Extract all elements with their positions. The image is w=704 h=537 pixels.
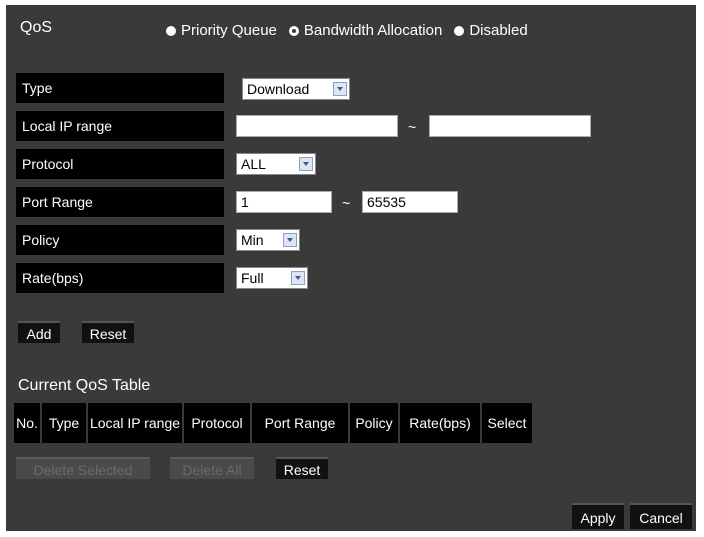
rate-label: Rate(bps) (16, 263, 224, 293)
rate-select[interactable]: Full (236, 267, 308, 289)
radio-icon[interactable] (166, 25, 176, 36)
port-end-input[interactable]: 65535 (362, 191, 458, 213)
port-start-input[interactable]: 1 (236, 191, 332, 213)
chevron-down-icon[interactable] (299, 157, 313, 171)
type-select[interactable]: Download (242, 78, 350, 100)
radio-icon[interactable] (454, 25, 465, 36)
local-ip-end-input[interactable] (429, 115, 591, 137)
column-header: Type (42, 403, 86, 443)
protocol-select-value: ALL (241, 156, 266, 172)
page-title: QoS (20, 19, 53, 36)
mode-disabled[interactable]: Disabled (454, 22, 528, 39)
protocol-label: Protocol (16, 149, 224, 179)
delete-selected-button[interactable]: Delete Selected (16, 457, 150, 479)
local-ip-range-label: Local IP range (16, 111, 224, 141)
mode-label: Bandwidth Allocation (303, 22, 443, 39)
column-header: No. (14, 403, 40, 443)
column-header: Port Range (252, 403, 348, 443)
chevron-down-icon[interactable] (283, 233, 297, 247)
apply-button[interactable]: Apply (572, 503, 624, 529)
cancel-button[interactable]: Cancel (630, 503, 692, 529)
mode-label: Priority Queue (181, 22, 277, 39)
reset-table-button[interactable]: Reset (276, 457, 328, 479)
qos-mode-group: Priority Queue Bandwidth Allocation Disa… (166, 22, 540, 39)
qos-table-header: No. Type Local IP range Protocol Port Ra… (14, 403, 534, 443)
protocol-select[interactable]: ALL (236, 153, 316, 175)
column-header: Protocol (184, 403, 250, 443)
port-range-label: Port Range (16, 187, 224, 217)
qos-table-title: Current QoS Table (18, 377, 151, 394)
reset-form-button[interactable]: Reset (82, 321, 134, 343)
column-header: Rate(bps) (400, 403, 480, 443)
add-button[interactable]: Add (18, 321, 60, 343)
type-label: Type (16, 73, 224, 103)
column-header: Select (482, 403, 532, 443)
rate-select-value: Full (241, 270, 264, 286)
type-select-value: Download (247, 81, 310, 97)
radio-selected-icon[interactable] (288, 25, 299, 36)
range-separator: ~ (408, 119, 417, 135)
mode-priority-queue[interactable]: Priority Queue (166, 22, 277, 39)
qos-panel: QoS Priority Queue Bandwidth Allocation … (6, 5, 696, 531)
mode-bandwidth-allocation[interactable]: Bandwidth Allocation (288, 22, 443, 39)
range-separator: ~ (342, 195, 351, 211)
policy-label: Policy (16, 225, 224, 255)
delete-all-button[interactable]: Delete All (170, 457, 254, 479)
mode-label: Disabled (469, 22, 528, 39)
chevron-down-icon[interactable] (291, 271, 305, 285)
local-ip-start-input[interactable] (236, 115, 398, 137)
policy-select[interactable]: Min (236, 229, 300, 251)
policy-select-value: Min (241, 232, 264, 248)
chevron-down-icon[interactable] (333, 82, 347, 96)
column-header: Policy (350, 403, 398, 443)
column-header: Local IP range (88, 403, 182, 443)
